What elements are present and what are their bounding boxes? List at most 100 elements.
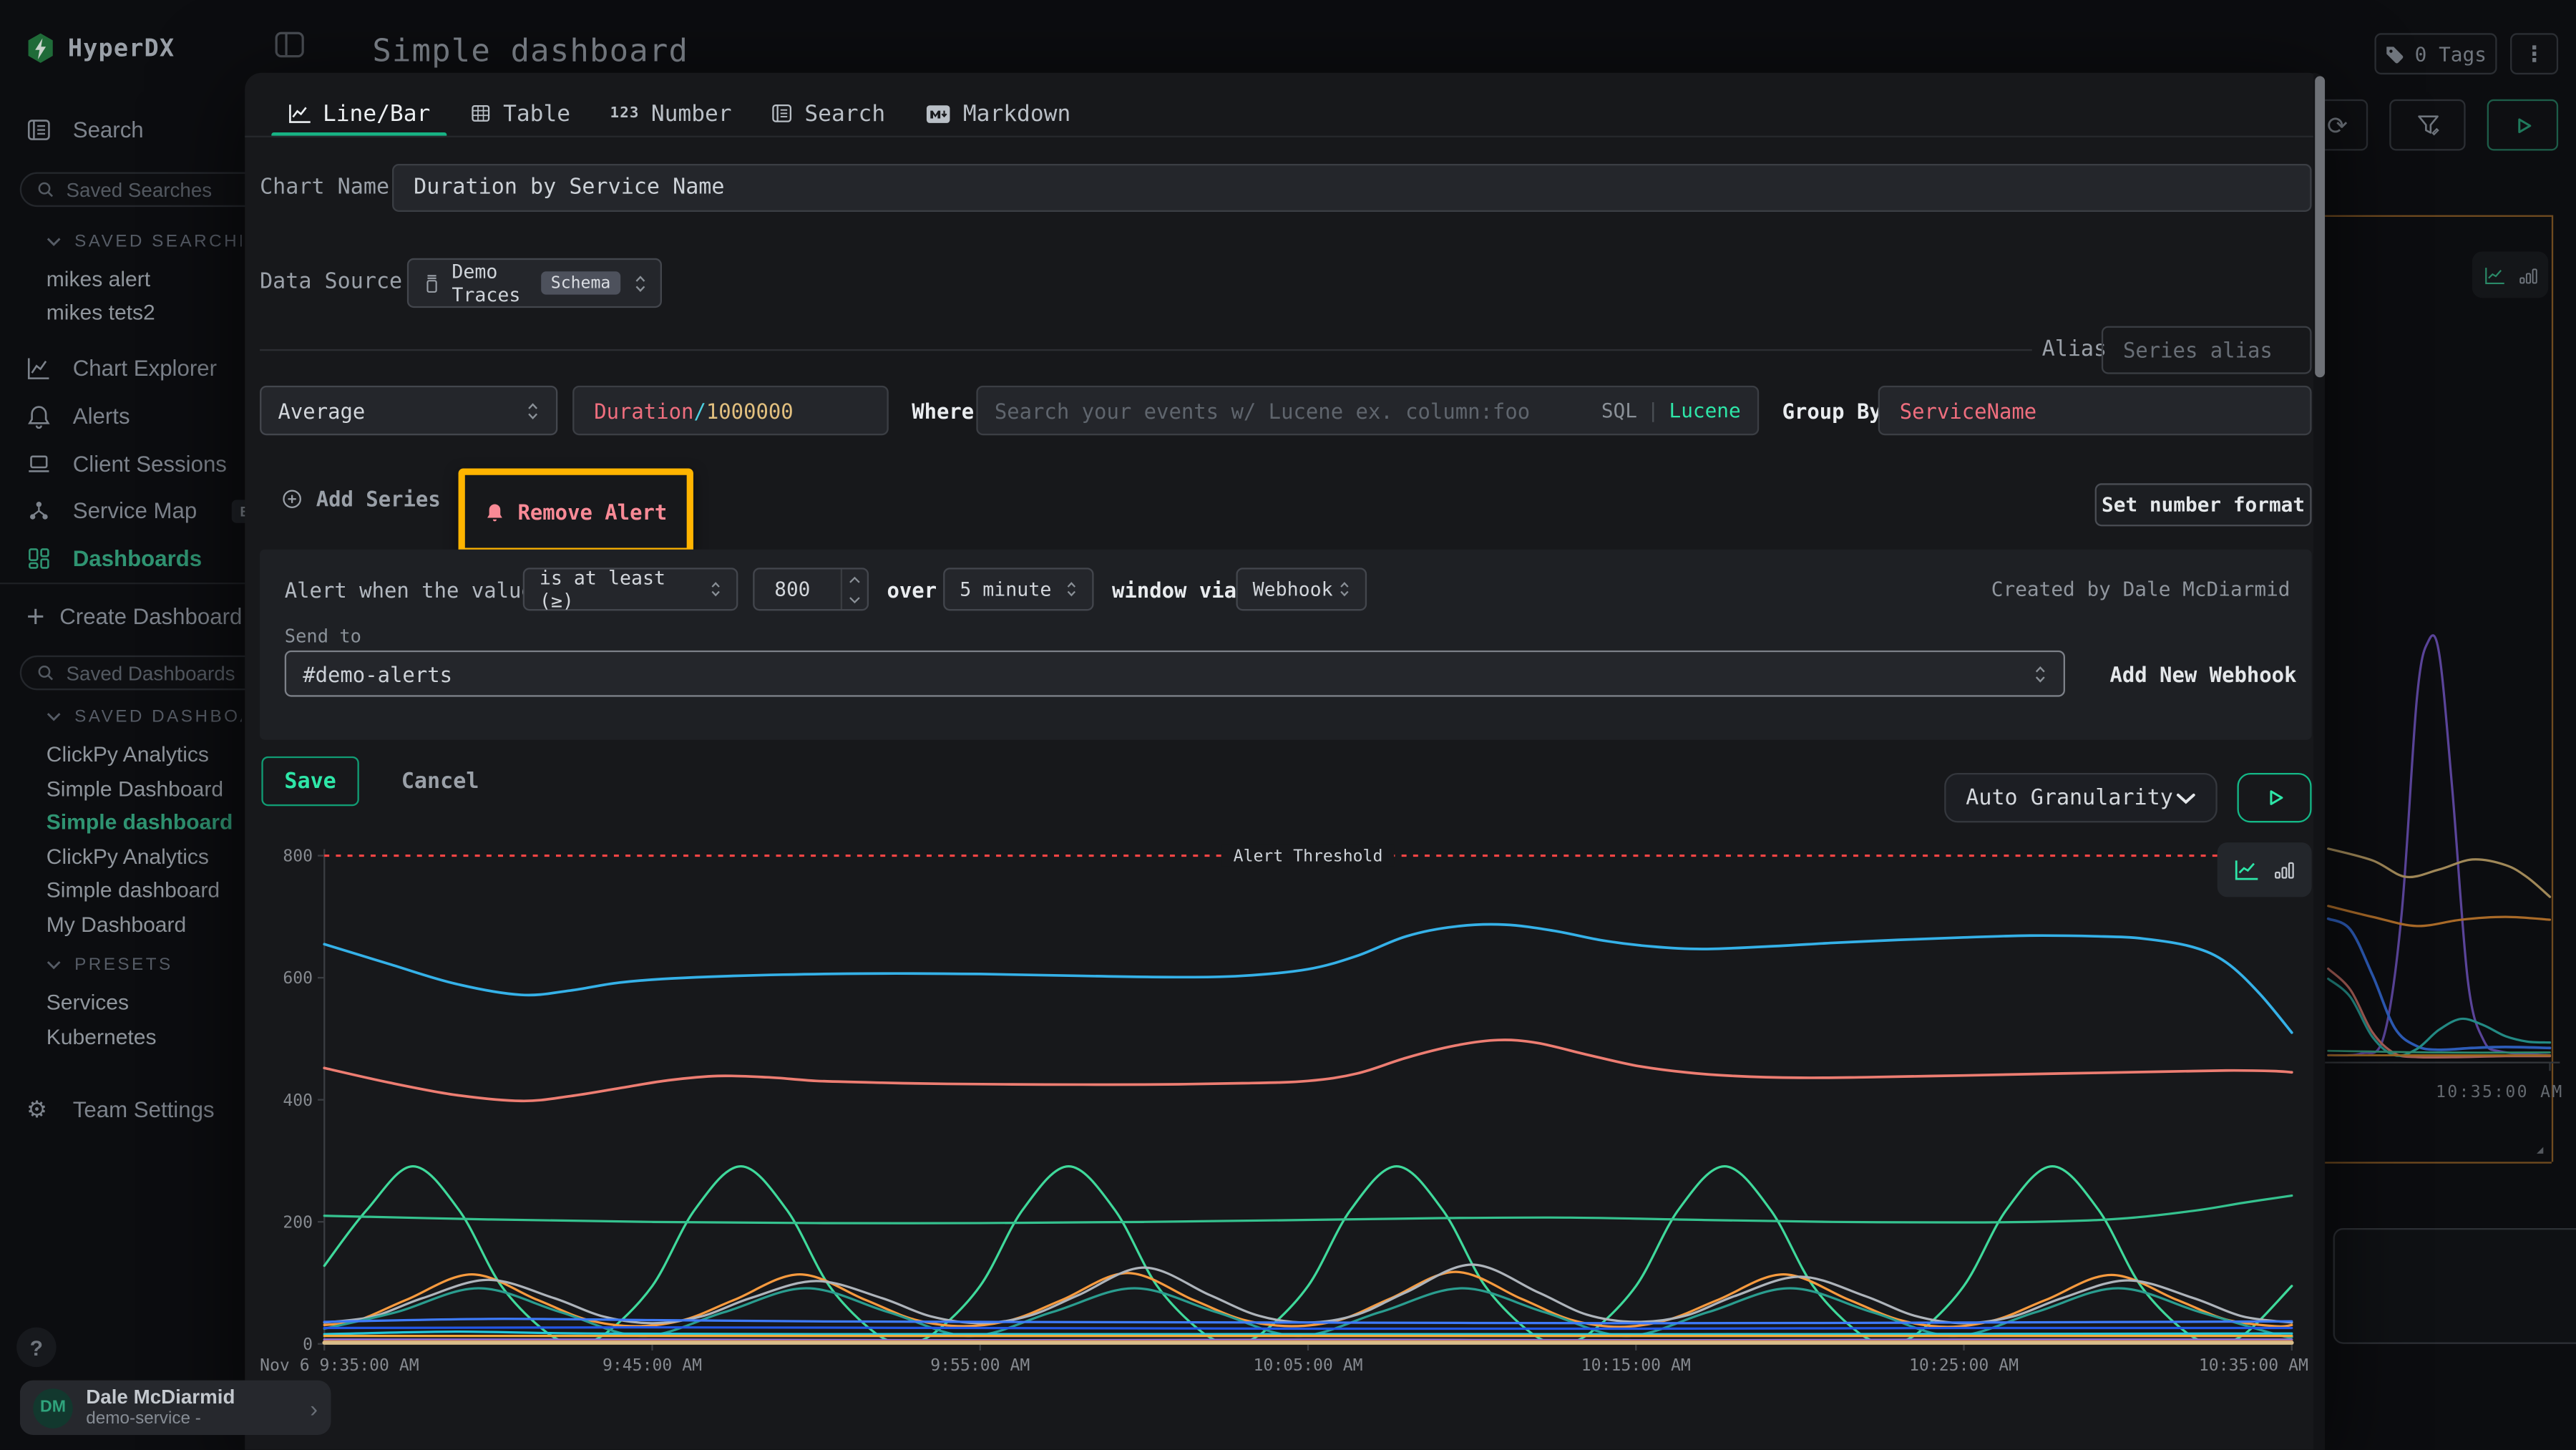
stepper-buttons[interactable] [841, 570, 867, 610]
alert-bell-icon [484, 501, 504, 522]
alert-channel-select[interactable]: Webhook [1236, 568, 1367, 610]
bar-chart-icon [2273, 859, 2295, 880]
service-map-icon [26, 498, 52, 523]
svg-text:9:55:00 AM: 9:55:00 AM [930, 1356, 1030, 1375]
updown-chevron-icon [2034, 663, 2047, 684]
saved-searches-input[interactable]: Saved Searches [20, 172, 268, 208]
tab-markdown[interactable]: Markdown [909, 91, 1088, 135]
alert-condition-select[interactable]: is at least (≥) [523, 568, 738, 610]
dashboard-item[interactable]: ClickPy Analytics [47, 741, 209, 767]
lucene-option[interactable]: Lucene [1669, 399, 1740, 422]
updown-chevron-icon [710, 579, 721, 599]
kebab-menu-button[interactable]: ⋮ [2510, 33, 2558, 74]
bell-icon [26, 404, 52, 429]
tab-number[interactable]: 123 Number [593, 91, 748, 135]
alert-window-select[interactable]: 5 minute [943, 568, 1093, 610]
saved-search-item[interactable]: mikes tets2 [47, 300, 155, 325]
plus-icon [26, 608, 44, 626]
sidebar-divider [0, 583, 245, 584]
sidebar-item-search[interactable]: Search [26, 116, 144, 144]
dashboard-item[interactable]: ClickPy Analytics [47, 844, 209, 869]
tab-table[interactable]: Table [454, 91, 587, 135]
page-title: Simple dashboard [372, 33, 688, 69]
cancel-button[interactable]: Cancel [394, 756, 487, 806]
chart-name-input[interactable] [392, 164, 2312, 212]
webhook-select[interactable]: #demo-alerts [285, 651, 2065, 697]
sidebar-item-alerts[interactable]: Alerts [26, 402, 130, 430]
run-query-button-background[interactable] [2487, 99, 2558, 151]
add-series-button[interactable]: Add Series [281, 487, 441, 512]
dashboards-grid-icon [26, 546, 52, 571]
field-expression-input[interactable]: Duration/1000000 [572, 386, 889, 435]
group-by-input[interactable]: ServiceName [1878, 386, 2312, 435]
preset-item[interactable]: Services [47, 990, 129, 1015]
sidebar-item-client-sessions[interactable]: Client Sessions [26, 450, 227, 478]
add-new-webhook-button[interactable]: Add New Webhook [2109, 662, 2296, 687]
operator-token: / [693, 398, 706, 423]
scrollbar-thumb[interactable] [2314, 76, 2324, 377]
bg-axis-time-label: 10:35:00 AM [2436, 1084, 2564, 1102]
svg-text:10:15:00 AM: 10:15:00 AM [1581, 1356, 1691, 1375]
annotation-highlight-box: Remove Alert [459, 468, 693, 554]
user-menu[interactable]: DM Dale McDiarmid demo-service - › [20, 1381, 331, 1435]
tab-line-bar[interactable]: Line/Bar [271, 91, 447, 135]
dashboard-item[interactable]: Simple Dashboard [47, 777, 223, 802]
chart-type-tabs: Line/Bar Table 123 Number Search Markdow… [271, 91, 1093, 135]
tab-search[interactable]: Search [755, 91, 902, 135]
svg-text:Alert Threshold: Alert Threshold [1234, 847, 1383, 866]
dashboard-item[interactable]: Simple dashboard [47, 877, 220, 902]
set-number-format-button[interactable]: Set number format [2095, 483, 2312, 526]
saved-searches-placeholder: Saved Searches [67, 178, 213, 201]
saved-dashboards-section-header[interactable]: SAVED DASHBOARDS [47, 706, 242, 726]
edit-chart-modal: Line/Bar Table 123 Number Search Markdow… [245, 73, 2325, 1450]
tag-icon [2385, 44, 2405, 64]
saved-search-item[interactable]: mikes alert [47, 266, 150, 291]
updown-chevron-icon [634, 272, 648, 293]
send-to-label: Send to [285, 626, 361, 647]
bg-chart-type-toggle[interactable] [2472, 252, 2548, 298]
updown-chevron-icon [1065, 579, 1077, 599]
alias-input[interactable] [2102, 326, 2312, 374]
user-name: Dale McDiarmid [86, 1386, 235, 1409]
dashboard-item[interactable]: My Dashboard [47, 912, 187, 937]
sidebar-item-chart-explorer[interactable]: Chart Explorer [26, 354, 217, 382]
presets-section-header[interactable]: PRESETS [47, 955, 173, 975]
line-chart-icon [2483, 266, 2504, 283]
over-label: over [887, 578, 937, 603]
chart-name-label: Chart Name [260, 175, 389, 200]
modal-scrollbar[interactable] [2313, 73, 2325, 1450]
sidebar-item-dashboards[interactable]: Dashboards [26, 545, 202, 573]
markdown-icon [925, 104, 952, 124]
sql-option[interactable]: SQL [1601, 399, 1637, 422]
chevron-down-icon [47, 711, 62, 721]
tags-button[interactable]: 0 Tags [2374, 33, 2497, 74]
granularity-select[interactable]: Auto Granularity [1944, 773, 2218, 822]
query-language-switch[interactable]: SQL | Lucene [1601, 399, 1741, 422]
saved-searches-section-header[interactable]: SAVED SEARCHES [47, 232, 242, 252]
sidebar-toggle-button[interactable] [275, 31, 305, 58]
svg-text:9:45:00 AM: 9:45:00 AM [602, 1356, 702, 1375]
aggregation-select[interactable]: Average [260, 386, 557, 435]
saved-dashboards-input[interactable]: Saved Dashboards [20, 656, 268, 691]
saved-dashboards-placeholder: Saved Dashboards [67, 661, 235, 684]
filter-button[interactable] [2389, 99, 2465, 151]
run-chart-button[interactable] [2238, 773, 2312, 822]
chart-type-toggle[interactable] [2218, 842, 2312, 897]
sidebar-item-team-settings[interactable]: ⚙ Team Settings [26, 1096, 215, 1124]
panel-resize-handle[interactable] [2529, 1139, 2545, 1155]
svg-text:10:05:00 AM: 10:05:00 AM [1254, 1356, 1363, 1375]
chart-explorer-icon [26, 356, 52, 381]
help-button[interactable]: ? [16, 1328, 57, 1368]
preview-chart: 0200400600800Nov 6 9:35:00 AM9:45:00 AM9… [260, 832, 2312, 1390]
group-by-value: ServiceName [1900, 398, 2036, 423]
app-root: HyperDX Simple dashboard 0 Tags ⋮ ⟳ Sear… [0, 0, 2576, 1450]
remove-alert-button[interactable]: Remove Alert [484, 499, 667, 524]
preset-item[interactable]: Kubernetes [47, 1024, 157, 1049]
dashboard-item-active[interactable]: Simple dashboard [47, 809, 233, 835]
data-source-select[interactable]: Demo Traces Schema [407, 258, 662, 308]
create-dashboard-button[interactable]: Create Dashboard [26, 603, 242, 631]
alert-threshold-stepper[interactable]: 800 [753, 568, 869, 610]
save-button[interactable]: Save [261, 756, 358, 806]
background-panel-chart [2325, 613, 2573, 1109]
where-search-input[interactable]: Search your events w/ Lucene ex. column:… [976, 386, 1759, 435]
